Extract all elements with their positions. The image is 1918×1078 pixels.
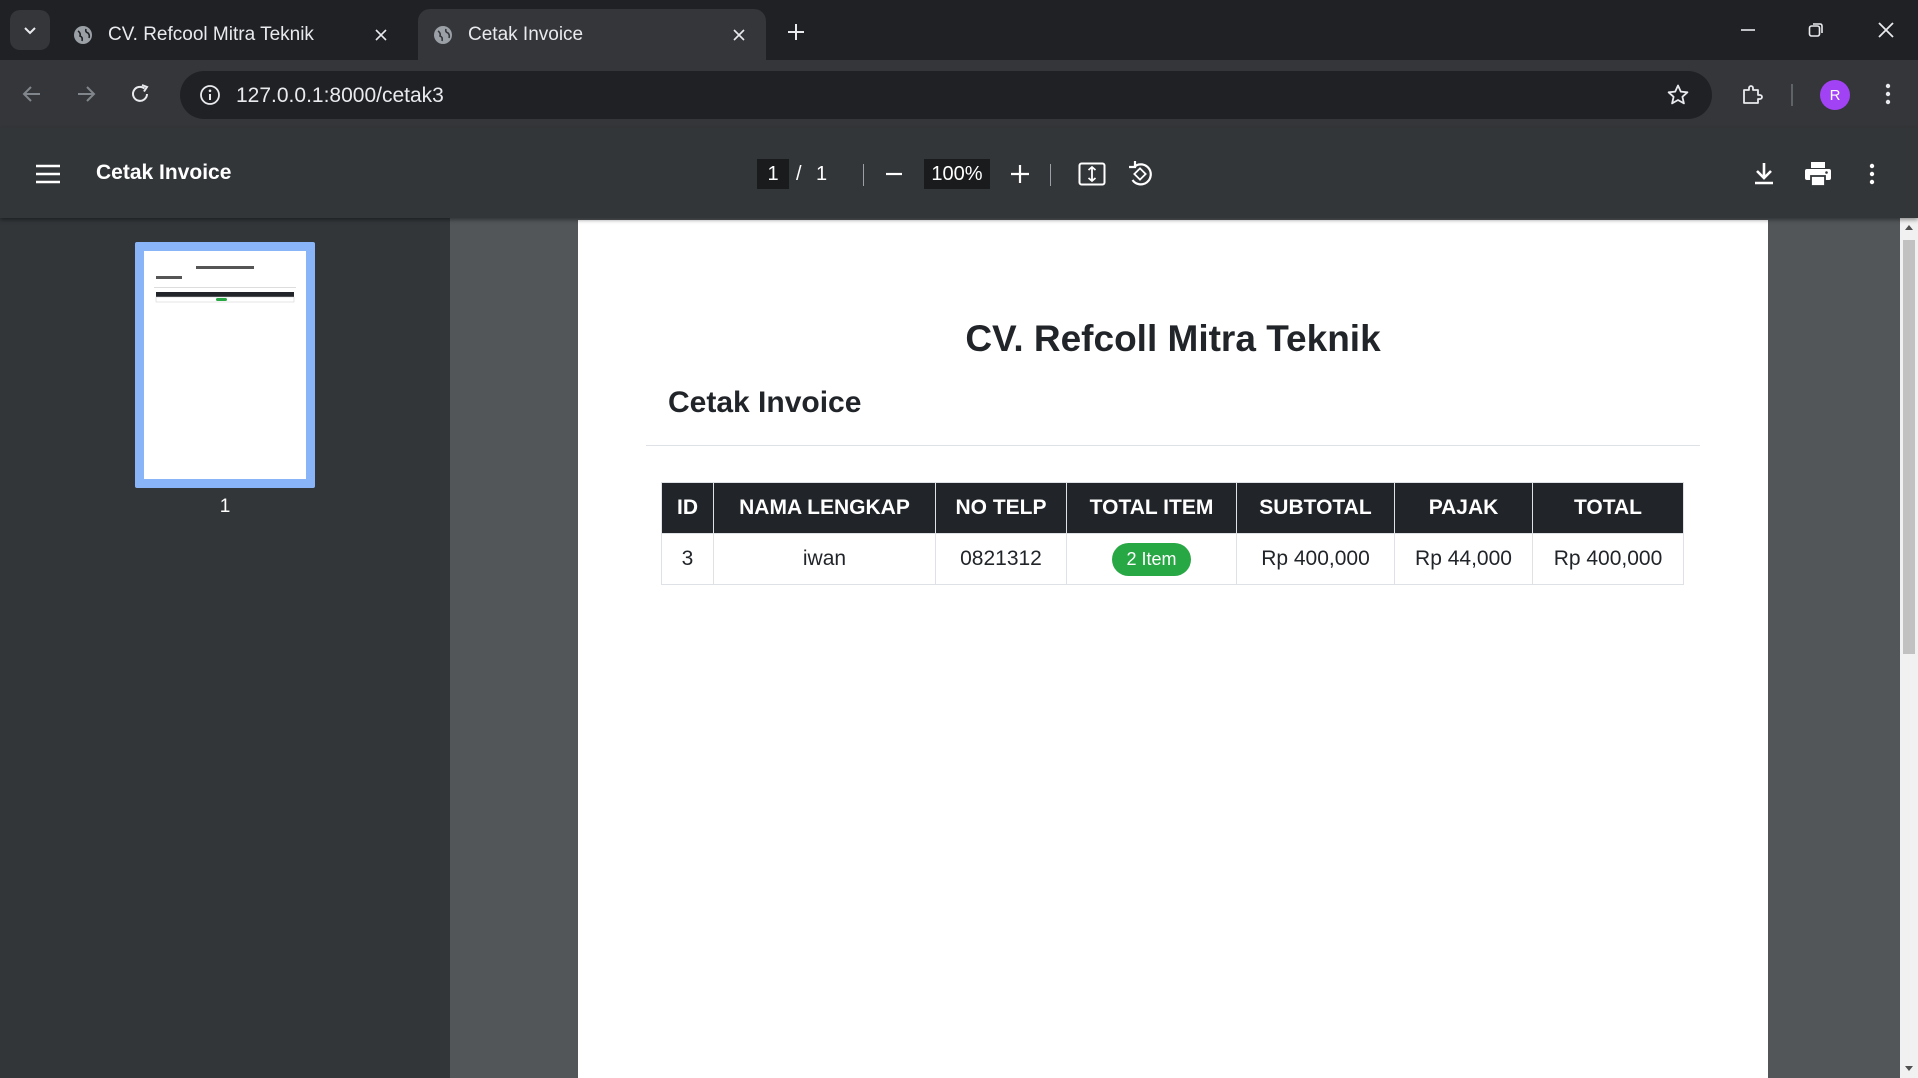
address-bar[interactable]: 127.0.0.1:8000/cetak3 [180, 71, 1712, 119]
vertical-scrollbar[interactable] [1900, 218, 1918, 1078]
page-thumbnail[interactable] [135, 242, 315, 488]
pdf-page: CV. Refcoll Mitra Teknik Cetak Invoice I… [578, 220, 1768, 1078]
col-header-phone: NO TELP [935, 482, 1067, 534]
thumbnail-page-number: 1 [219, 496, 231, 517]
zoom-in-button[interactable] [1002, 156, 1038, 192]
pdf-title: Cetak Invoice [96, 161, 232, 184]
plus-icon [788, 24, 804, 40]
col-header-id: ID [661, 482, 714, 534]
arrow-right-icon [78, 86, 96, 102]
close-tab-icon[interactable] [726, 22, 752, 48]
divider [646, 445, 1700, 446]
fit-page-icon [1078, 162, 1106, 186]
back-button[interactable] [12, 74, 52, 114]
reload-icon [132, 84, 149, 102]
tab-refcool[interactable]: CV. Refcool Mitra Teknik [58, 9, 408, 60]
forward-button[interactable] [66, 74, 106, 114]
item-count-badge: 2 Item [1112, 542, 1191, 576]
cell-phone: 0821312 [935, 533, 1067, 585]
col-header-total-item: TOTAL ITEM [1066, 482, 1237, 534]
scrollbar-thumb[interactable] [1903, 240, 1915, 654]
minimize-button[interactable] [1720, 8, 1776, 52]
reload-button[interactable] [120, 74, 160, 114]
globe-icon [434, 25, 452, 44]
globe-icon [74, 25, 92, 44]
cell-total-item: 2 Item [1066, 533, 1237, 585]
scroll-up-arrow-icon[interactable] [1900, 220, 1918, 234]
puzzle-icon [1743, 85, 1763, 104]
zoom-level-input[interactable]: 100% [924, 159, 990, 189]
restore-button[interactable] [1788, 8, 1844, 52]
zoom-out-button[interactable] [876, 156, 912, 192]
arrow-left-icon [22, 86, 40, 102]
tab-title: CV. Refcool Mitra Teknik [108, 23, 314, 45]
rotate-button[interactable] [1122, 156, 1158, 192]
hamburger-menu-icon [36, 164, 60, 184]
cell-total: Rp 400,000 [1532, 533, 1684, 585]
chevron-down-icon [24, 27, 36, 35]
bookmark-star-icon[interactable] [1664, 81, 1692, 109]
page-total: 1 [816, 163, 828, 185]
document-subtitle: Cetak Invoice [668, 386, 862, 419]
profile-avatar[interactable]: R [1820, 80, 1850, 110]
thumbnail-page-preview [144, 251, 306, 479]
table-header-row: ID NAMA LENGKAP NO TELP TOTAL ITEM SUBTO… [661, 482, 1684, 534]
printer-icon [1805, 162, 1831, 187]
invoice-table: ID NAMA LENGKAP NO TELP TOTAL ITEM SUBTO… [661, 482, 1684, 585]
rotate-left-icon [1129, 161, 1152, 186]
scroll-down-arrow-icon[interactable] [1900, 1062, 1918, 1076]
pdf-toolbar: Cetak Invoice 1 / 1 100% [0, 128, 1918, 218]
tab-cetak-invoice[interactable]: Cetak Invoice [418, 9, 766, 60]
col-header-tax: PAJAK [1394, 482, 1533, 534]
site-info-icon[interactable] [196, 81, 224, 109]
pdf-document-area[interactable]: CV. Refcoll Mitra Teknik Cetak Invoice I… [450, 218, 1900, 1078]
close-icon [1878, 22, 1894, 38]
minimize-icon [1741, 29, 1755, 31]
restore-icon [1808, 23, 1823, 37]
new-tab-button[interactable] [778, 14, 814, 50]
url-text: 127.0.0.1:8000/cetak3 [236, 84, 444, 107]
thumbnail-sidebar: 1 [0, 218, 450, 1078]
cell-name: iwan [713, 533, 936, 585]
minus-icon [886, 172, 902, 176]
company-name: CV. Refcoll Mitra Teknik [965, 318, 1381, 359]
toolbar-divider [1050, 164, 1051, 186]
browser-toolbar: 127.0.0.1:8000/cetak3 R [0, 60, 1918, 128]
tab-strip: CV. Refcool Mitra Teknik Cetak Invoice [0, 0, 1918, 60]
col-header-total: TOTAL [1532, 482, 1684, 534]
sidebar-toggle-button[interactable] [28, 154, 68, 194]
cell-id: 3 [661, 533, 714, 585]
close-window-button[interactable] [1858, 8, 1914, 52]
more-vertical-icon [1869, 163, 1875, 185]
toolbar-divider [863, 164, 864, 186]
page-number-input[interactable]: 1 [757, 159, 789, 189]
tab-title: Cetak Invoice [468, 23, 584, 45]
print-button[interactable] [1800, 156, 1836, 192]
pdf-more-menu-button[interactable] [1854, 156, 1890, 192]
cell-tax: Rp 44,000 [1394, 533, 1533, 585]
cell-subtotal: Rp 400,000 [1236, 533, 1395, 585]
thumbnail-miniature [154, 266, 296, 303]
fit-to-page-button[interactable] [1074, 156, 1110, 192]
more-vertical-icon [1885, 83, 1891, 105]
tab-search-button[interactable] [10, 10, 50, 50]
page-separator: / [796, 163, 802, 185]
col-header-subtotal: SUBTOTAL [1236, 482, 1395, 534]
close-tab-icon[interactable] [368, 22, 394, 48]
col-header-name: NAMA LENGKAP [713, 482, 936, 534]
download-icon [1755, 163, 1773, 185]
extensions-button[interactable] [1734, 76, 1770, 112]
toolbar-divider [1791, 84, 1793, 106]
download-button[interactable] [1746, 156, 1782, 192]
browser-menu-button[interactable] [1870, 76, 1906, 112]
plus-icon [1011, 165, 1029, 183]
table-row: 3 iwan 0821312 2 Item Rp 400,000 Rp 44,0… [661, 533, 1684, 585]
